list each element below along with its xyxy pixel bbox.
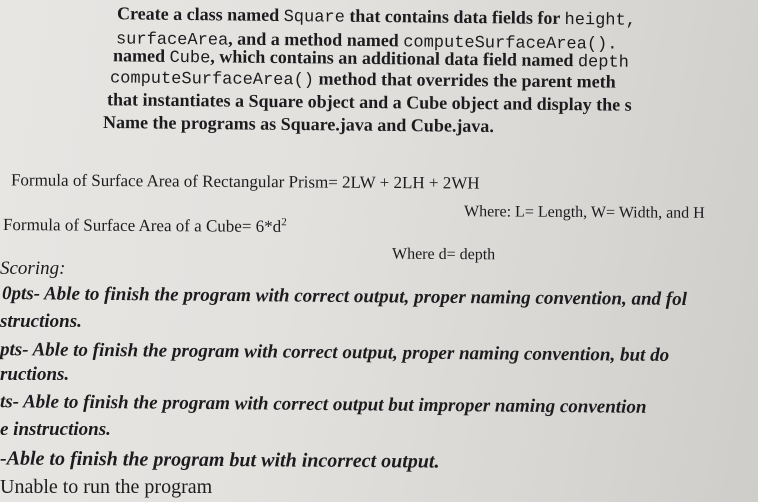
cube-formula: Formula of Surface Area of a Cube= 6*d2 <box>2 215 287 236</box>
scoring-item-5: Unable to run the program <box>0 476 213 498</box>
scoring-heading: Scoring: <box>0 258 66 279</box>
scoring-item-2-cont: ructions. <box>0 364 70 385</box>
scoring-item-2: pts- Able to finish the program with cor… <box>0 339 670 366</box>
scoring-item-4: -Able to finish the program but with inc… <box>0 447 440 473</box>
scoring-item-1-cont: structions. <box>0 311 82 332</box>
scoring-item-3-cont: e instructions. <box>0 419 111 440</box>
task-line-6: Name the programs as Square.java and Cub… <box>102 111 494 137</box>
prism-formula: Formula of Surface Area of Rectangular P… <box>10 170 480 193</box>
task-line-5: that instantiates a Square object and a … <box>106 89 632 115</box>
scoring-item-3: ts- Able to finish the program with corr… <box>0 391 647 418</box>
cube-where: Where d= depth <box>391 245 496 264</box>
scoring-item-1: 0pts- Able to finish the program with co… <box>1 283 688 310</box>
prism-where: Where: L= Length, W= Width, and H <box>463 203 705 222</box>
prism-expression: 2LW + 2LH + 2WH <box>342 172 480 193</box>
